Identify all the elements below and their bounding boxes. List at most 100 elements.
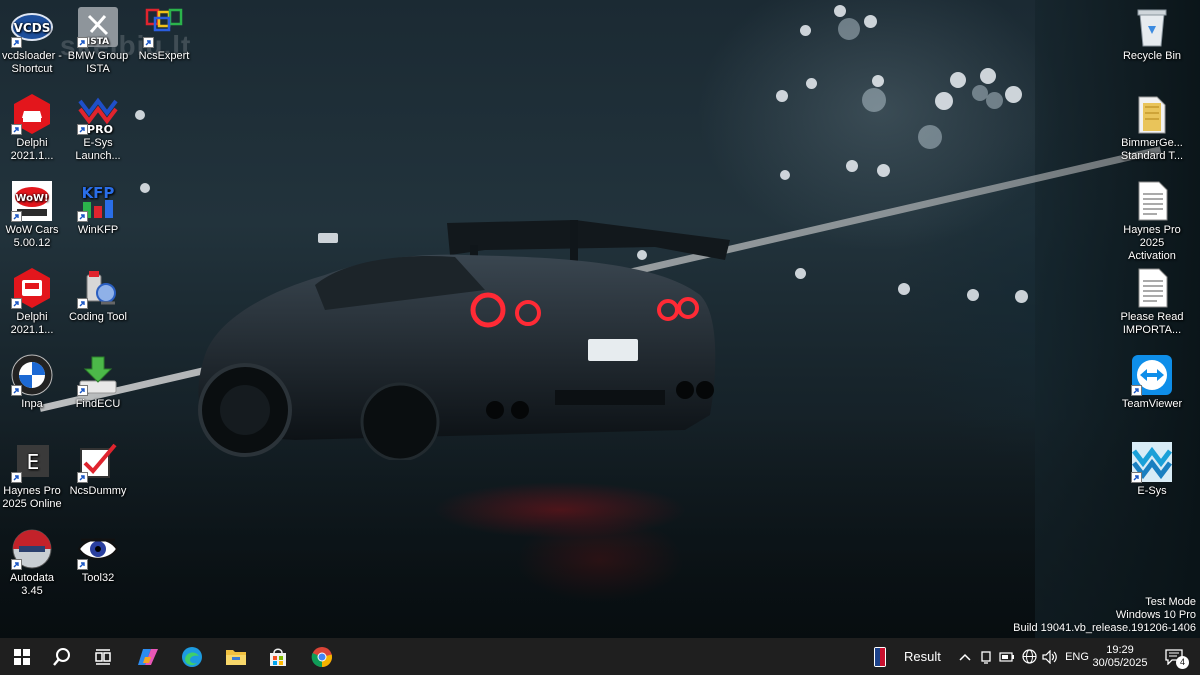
store-icon	[270, 648, 286, 666]
wallpaper-light	[838, 18, 860, 40]
tray-device-button[interactable]	[976, 638, 996, 675]
action-center-button[interactable]: 4	[1156, 638, 1192, 675]
wallpaper-light	[846, 160, 858, 172]
chrome-button[interactable]	[302, 638, 342, 675]
desktop-icon-vcdsloader[interactable]: VCDS vcdsloader - Shortcut	[0, 6, 68, 76]
desktop-icon-ncsexpert[interactable]: NcsExpert	[128, 6, 200, 63]
desktop-icon-label: Delphi 2021.1...	[10, 311, 54, 336]
desktop-icon-label: Inpa	[21, 398, 43, 410]
desktop-icon-label: WoW Cars 5.00.12	[5, 224, 59, 249]
desktop-icon-wow[interactable]: WoW! WoW Cars 5.00.12	[0, 180, 68, 250]
desktop-icon-label: WinKFP	[77, 224, 119, 236]
desktop-icon-ncsdummy[interactable]: NcsDummy	[62, 441, 134, 498]
desktop-icon-bimmerge[interactable]: BimmerGe... Standard T...	[1116, 93, 1188, 163]
wallpaper-light	[795, 268, 806, 279]
tray-network-button[interactable]	[1018, 638, 1040, 675]
search-icon	[53, 647, 70, 666]
desktop[interactable]: skelbiu.lt VCDS vcdsloader - Shortcut IS…	[0, 0, 1200, 638]
desktop-icon-label: E-Sys Launch...	[75, 137, 121, 162]
svg-text:WoW!: WoW!	[15, 193, 48, 204]
wallpaper-light	[980, 68, 996, 84]
store-button[interactable]	[258, 638, 298, 675]
os-test-mode-watermark: Test Mode Windows 10 Pro Build 19041.vb_…	[1013, 596, 1196, 635]
svg-text:ISTA: ISTA	[87, 37, 109, 47]
news-widget[interactable]: Result	[872, 638, 948, 675]
desktop-icon-label: FindECU	[75, 398, 121, 410]
shortcut-arrow-icon	[77, 559, 88, 570]
desktop-icon-ista[interactable]: ISTA BMW Group ISTA	[62, 6, 134, 76]
desktop-icon-label: NcsExpert	[138, 50, 190, 62]
wallpaper-light	[806, 78, 817, 89]
nba-logo-icon	[874, 646, 886, 667]
wallpaper-light	[776, 90, 788, 102]
show-hidden-icons-button[interactable]	[954, 638, 976, 675]
desktop-icon-delphi-2[interactable]: Delphi 2021.1...	[0, 267, 68, 337]
desktop-icon-label: Recycle Bin	[1122, 50, 1182, 62]
desktop-icon-tool32[interactable]: Tool32	[62, 528, 134, 585]
desktop-icon-esys-launcher[interactable]: PRO E-Sys Launch...	[62, 93, 134, 163]
task-view-button[interactable]	[84, 638, 124, 675]
wallpaper-light	[986, 92, 1003, 109]
wallpaper-light	[898, 283, 910, 295]
desktop-icon-label: E-Sys	[1137, 485, 1167, 497]
desktop-icon-winkfp[interactable]: KFP WinKFP	[62, 180, 134, 237]
search-button[interactable]	[42, 638, 82, 675]
desktop-icon-label: Coding Tool	[69, 311, 127, 323]
edge-button[interactable]	[172, 638, 212, 675]
chrome-icon	[311, 646, 333, 667]
wallpaper-light	[950, 72, 966, 88]
desktop-icon-label: Tool32	[81, 572, 115, 584]
svg-text:VCDS: VCDS	[14, 21, 51, 35]
shortcut-arrow-icon	[77, 211, 88, 222]
text-file-icon	[1138, 181, 1168, 221]
device-icon	[981, 650, 991, 664]
desktop-icon-teamviewer[interactable]: TeamViewer	[1116, 354, 1188, 411]
clock[interactable]: 19:29 30/05/2025	[1092, 638, 1147, 675]
desktop-icon-autodata[interactable]: Autodata 3.45	[0, 528, 68, 598]
file-explorer-button[interactable]	[216, 638, 256, 675]
wallpaper-light	[780, 170, 790, 180]
desktop-icon-label: Please Read IMPORTA...	[1120, 311, 1184, 336]
shortcut-arrow-icon	[11, 124, 22, 135]
shortcut-arrow-icon	[77, 124, 88, 135]
edge-icon	[182, 646, 202, 667]
desktop-icon-recycle-bin[interactable]: Recycle Bin	[1116, 6, 1188, 63]
shortcut-arrow-icon	[1131, 385, 1142, 396]
chevron-up-icon	[959, 653, 971, 661]
svg-text:KFP: KFP	[82, 184, 115, 202]
desktop-icon-label: BMW Group ISTA	[67, 50, 129, 75]
desktop-icon-label: TeamViewer	[1121, 398, 1183, 410]
desktop-icon-findecu[interactable]: FindECU	[62, 354, 134, 411]
svg-text:E: E	[27, 450, 40, 474]
language-text: ENG	[1065, 650, 1089, 663]
start-icon	[14, 648, 30, 665]
start-button[interactable]	[2, 638, 42, 675]
shortcut-arrow-icon	[77, 37, 88, 48]
shortcut-arrow-icon	[1131, 472, 1142, 483]
tray-battery-button[interactable]	[997, 638, 1017, 675]
desktop-icon-esys[interactable]: E-Sys	[1116, 441, 1188, 498]
desktop-icon-coding-tool[interactable]: Coding Tool	[62, 267, 134, 324]
desktop-icon-label: BimmerGe... Standard T...	[1120, 137, 1184, 162]
desktop-icon-label: Haynes Pro 2025 Activation	[1123, 224, 1181, 262]
wallpaper-light	[864, 15, 877, 28]
wallpaper-light	[800, 25, 811, 36]
task-view-icon	[95, 648, 111, 665]
copilot-button[interactable]	[128, 638, 168, 675]
tray-volume-button[interactable]	[1040, 638, 1060, 675]
desktop-icon-haynes-activation[interactable]: Haynes Pro 2025 Activation	[1116, 180, 1188, 263]
desktop-icon-haynes-online[interactable]: E Haynes Pro 2025 Online	[0, 441, 68, 511]
desktop-icon-inpa[interactable]: Inpa	[0, 354, 68, 411]
desktop-icon-please-read[interactable]: Please Read IMPORTA...	[1116, 267, 1188, 337]
wallpaper-light	[140, 183, 150, 193]
wallpaper-light	[135, 110, 145, 120]
news-widget-text: Result	[904, 649, 941, 664]
taskbar: Result ENG 19:29 30/05/2025 4	[0, 638, 1200, 675]
os-info-line: Test Mode	[1145, 596, 1196, 608]
os-info-line: Build 19041.vb_release.191206-1406	[1013, 622, 1196, 634]
text-file-icon	[1138, 268, 1168, 308]
notification-count-badge: 4	[1176, 656, 1189, 669]
desktop-icon-delphi-1[interactable]: Delphi 2021.1...	[0, 93, 68, 163]
wallpaper-light	[862, 88, 886, 112]
language-indicator[interactable]: ENG	[1062, 638, 1092, 675]
